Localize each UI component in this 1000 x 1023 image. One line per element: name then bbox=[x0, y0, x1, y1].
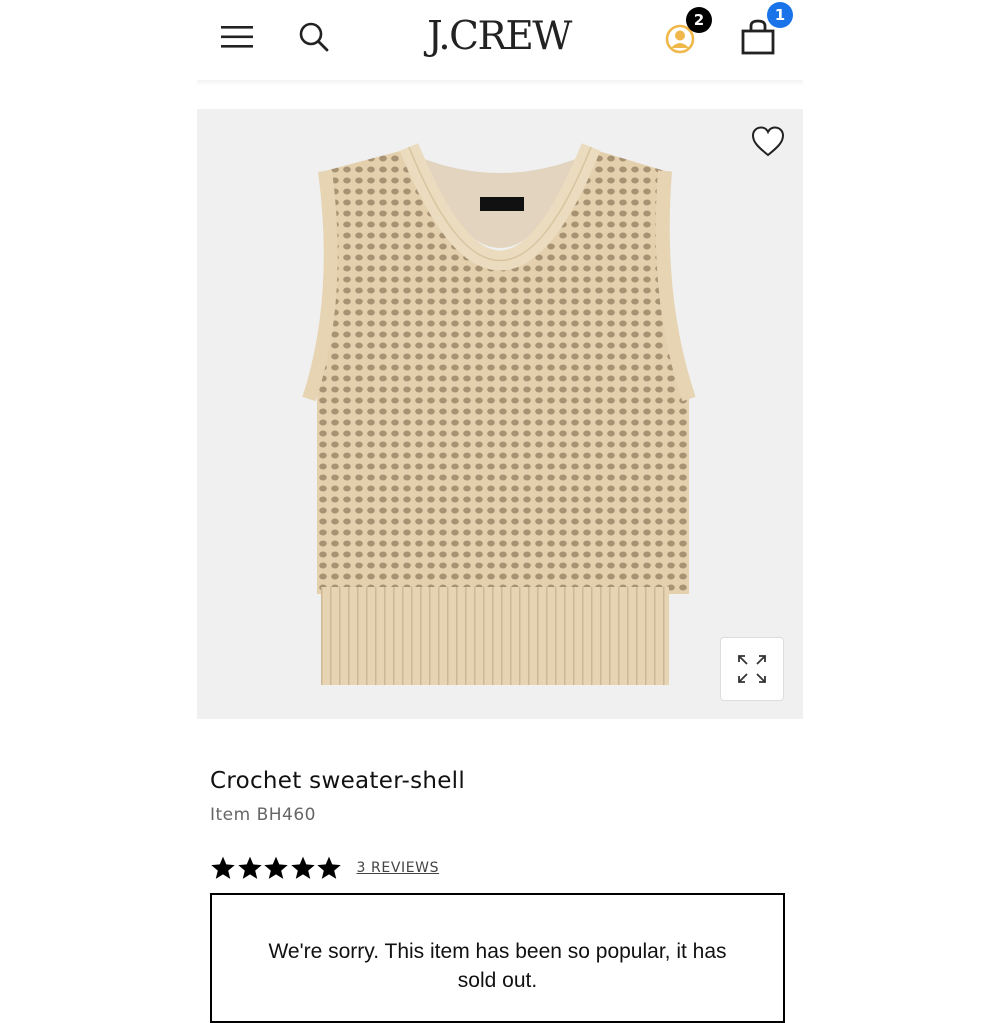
star-icon bbox=[290, 856, 315, 879]
sold-out-message: We're sorry. This item has been so popul… bbox=[268, 940, 727, 992]
product-title: Crochet sweater-shell bbox=[210, 768, 466, 794]
search-icon[interactable] bbox=[295, 18, 333, 56]
bag-count-badge: 1 bbox=[767, 2, 793, 28]
item-number: Item BH460 bbox=[210, 805, 316, 825]
wishlist-heart-icon[interactable] bbox=[750, 124, 786, 160]
sold-out-notice: We're sorry. This item has been so popul… bbox=[210, 893, 785, 1023]
reviews-link[interactable]: 3 REVIEWS bbox=[357, 860, 440, 876]
site-header: J.CREW bbox=[197, 0, 803, 80]
sweater-illustration bbox=[302, 143, 696, 685]
star-rating[interactable]: 3 REVIEWS bbox=[210, 852, 439, 884]
star-icon bbox=[264, 856, 288, 879]
star-icon bbox=[317, 856, 341, 879]
star-icon bbox=[211, 856, 235, 879]
hamburger-menu-icon[interactable] bbox=[217, 20, 257, 54]
star-icon bbox=[237, 856, 262, 879]
header-divider bbox=[197, 80, 803, 86]
expand-arrows-icon bbox=[738, 655, 766, 683]
expand-image-button[interactable] bbox=[720, 637, 784, 701]
account-notification-badge: 2 bbox=[686, 7, 712, 33]
brand-logo[interactable]: J.CREW bbox=[419, 12, 579, 62]
product-image[interactable] bbox=[197, 109, 803, 719]
